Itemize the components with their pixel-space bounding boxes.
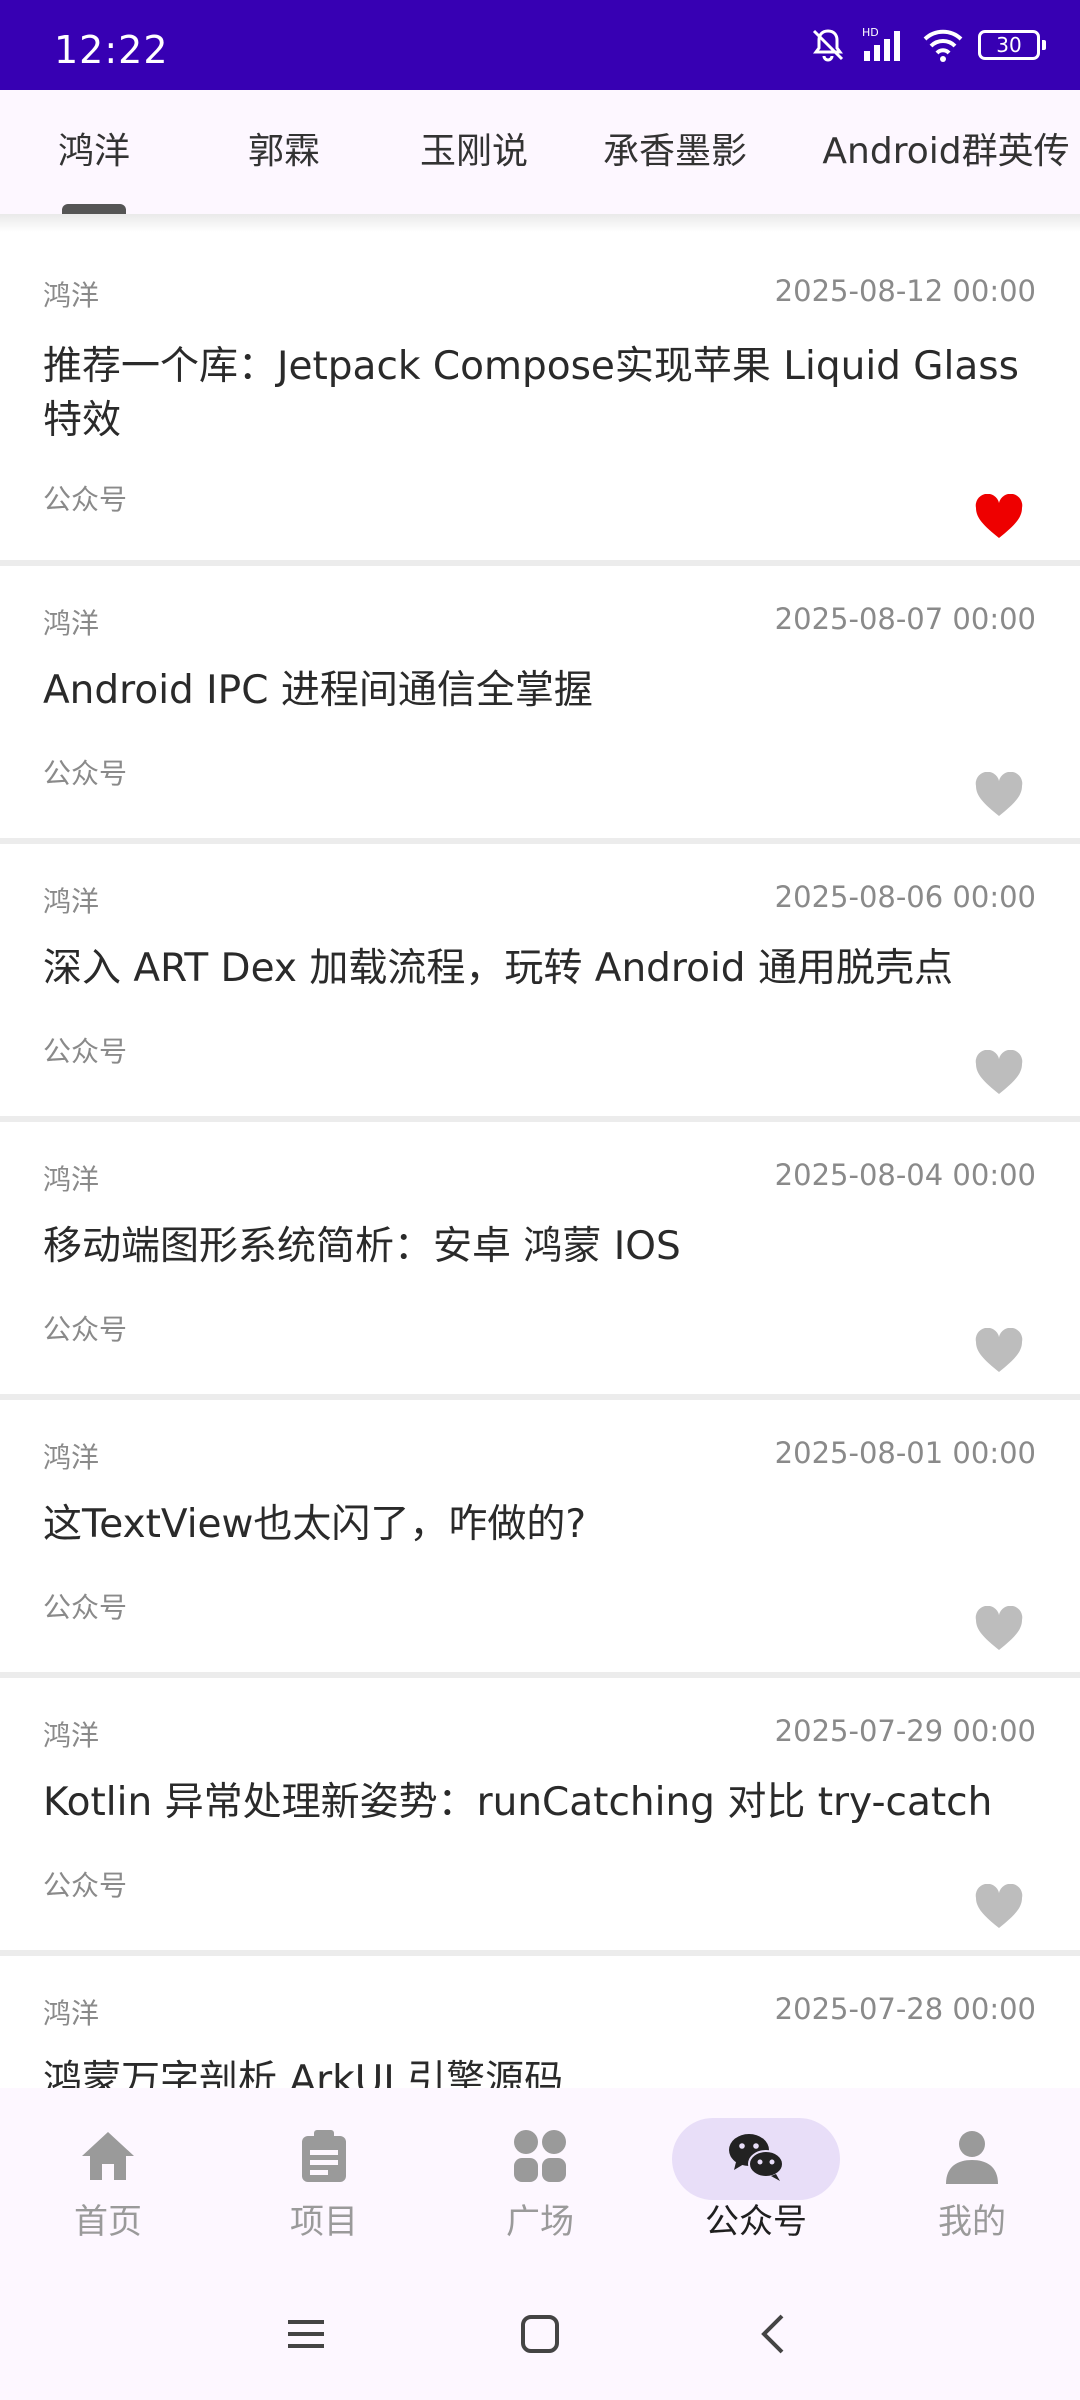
article-date: 2025-08-06 00:00 xyxy=(774,880,1036,914)
tab-indicator xyxy=(62,204,126,214)
article-title: Kotlin 异常处理新姿势：runCatching 对比 try-catch xyxy=(43,1780,993,1825)
article-date: 2025-07-28 00:00 xyxy=(774,1992,1036,2026)
tab-hongyang[interactable]: 鸿洋 xyxy=(34,90,154,214)
article-title: 推荐一个库：Jetpack Compose实现苹果 Liquid Glass 特… xyxy=(43,344,1019,443)
menu-icon[interactable] xyxy=(284,2312,328,2356)
article-card[interactable]: 鸿洋 2025-08-01 00:00 这TextView也太闪了，咋做的? 公… xyxy=(0,1400,1080,1678)
bottom-navigation: 首页 项目 广场 公众号 我的 xyxy=(0,2088,1080,2268)
article-author: 鸿洋 xyxy=(43,885,100,918)
article-card[interactable]: 鸿洋 2025-07-28 00:00 鸿蒙万字剖析 ArkUI 引擎源码 xyxy=(0,1956,1080,2088)
nav-label: 首页 xyxy=(74,2202,142,2242)
article-author: 鸿洋 xyxy=(43,607,100,640)
article-tag: 公众号 xyxy=(43,1313,128,1346)
article-card[interactable]: 鸿洋 2025-08-06 00:00 深入 ART Dex 加载流程，玩转 A… xyxy=(0,844,1080,1122)
article-tag: 公众号 xyxy=(43,757,128,790)
nav-label: 广场 xyxy=(506,2202,574,2242)
clipboard-icon xyxy=(302,2130,346,2182)
status-icons: HD 30 xyxy=(808,22,1046,68)
article-author: 鸿洋 xyxy=(43,279,100,312)
article-tag: 公众号 xyxy=(43,1869,128,1902)
heart-icon[interactable] xyxy=(974,1884,1024,1930)
nav-item-official-accounts[interactable]: 公众号 xyxy=(648,2088,864,2268)
account-tabs: 鸿洋 郭霖 玉刚说 承香墨影 Android群英传 xyxy=(0,90,1080,216)
nav-label: 项目 xyxy=(290,2202,358,2242)
article-card[interactable]: 鸿洋 2025-08-07 00:00 Android IPC 进程间通信全掌握… xyxy=(0,566,1080,844)
grid-icon xyxy=(514,2130,566,2182)
nav-item-square[interactable]: 广场 xyxy=(432,2088,648,2268)
tab-chengxiangmoying[interactable]: 承香墨影 xyxy=(592,90,758,214)
article-title: 深入 ART Dex 加载流程，玩转 Android 通用脱壳点 xyxy=(43,946,953,991)
article-list[interactable]: 鸿洋 2025-08-12 00:00 推荐一个库：Jetpack Compos… xyxy=(0,232,1080,2088)
article-tag: 公众号 xyxy=(43,1591,128,1624)
article-title: Android IPC 进程间通信全掌握 xyxy=(43,668,593,713)
status-time: 12:22 xyxy=(54,28,169,72)
article-title: 这TextView也太闪了，咋做的? xyxy=(43,1502,587,1547)
signal-icon: HD xyxy=(862,25,908,65)
article-date: 2025-07-29 00:00 xyxy=(774,1714,1036,1748)
wifi-icon xyxy=(922,25,964,65)
nav-item-projects[interactable]: 项目 xyxy=(216,2088,432,2268)
article-author: 鸿洋 xyxy=(43,1441,100,1474)
article-tag: 公众号 xyxy=(43,483,128,516)
nav-item-mine[interactable]: 我的 xyxy=(864,2088,1080,2268)
heart-icon[interactable] xyxy=(974,1606,1024,1652)
status-bar: 12:22 HD 30 xyxy=(0,0,1080,90)
article-author: 鸿洋 xyxy=(43,1163,100,1196)
battery-icon: 30 xyxy=(978,30,1046,60)
back-icon[interactable] xyxy=(752,2312,796,2356)
person-icon xyxy=(946,2131,998,2184)
home-button-icon[interactable] xyxy=(518,2312,562,2356)
tab-yugangshuo[interactable]: 玉刚说 xyxy=(400,90,548,214)
article-card[interactable]: 鸿洋 2025-07-29 00:00 Kotlin 异常处理新姿势：runCa… xyxy=(0,1678,1080,1956)
heart-icon[interactable] xyxy=(974,1050,1024,1096)
heart-icon[interactable] xyxy=(974,1328,1024,1374)
article-card[interactable]: 鸿洋 2025-08-12 00:00 推荐一个库：Jetpack Compos… xyxy=(0,232,1080,566)
article-date: 2025-08-04 00:00 xyxy=(774,1158,1036,1192)
svg-text:HD: HD xyxy=(862,26,879,39)
heart-icon[interactable] xyxy=(974,494,1024,540)
article-title: 移动端图形系统简析：安卓 鸿蒙 IOS xyxy=(43,1224,681,1269)
article-title: 鸿蒙万字剖析 ArkUI 引擎源码 xyxy=(43,2058,564,2088)
article-card[interactable]: 鸿洋 2025-08-04 00:00 移动端图形系统简析：安卓 鸿蒙 IOS … xyxy=(0,1122,1080,1400)
mute-icon xyxy=(808,25,848,65)
tab-android-qunyingzhuan[interactable]: Android群英传 xyxy=(812,90,1080,214)
tab-guolin[interactable]: 郭霖 xyxy=(224,90,344,214)
article-author: 鸿洋 xyxy=(43,1997,100,2030)
nav-item-home[interactable]: 首页 xyxy=(0,2088,216,2268)
article-date: 2025-08-01 00:00 xyxy=(774,1436,1036,1470)
article-author: 鸿洋 xyxy=(43,1719,100,1752)
article-date: 2025-08-12 00:00 xyxy=(774,274,1036,308)
article-tag: 公众号 xyxy=(43,1035,128,1068)
article-date: 2025-08-07 00:00 xyxy=(774,602,1036,636)
system-navigation-bar xyxy=(0,2268,1080,2400)
nav-label: 公众号 xyxy=(705,2202,807,2242)
nav-label: 我的 xyxy=(938,2202,1006,2242)
home-icon xyxy=(82,2132,134,2180)
heart-icon[interactable] xyxy=(974,772,1024,818)
wechat-icon xyxy=(729,2134,784,2181)
